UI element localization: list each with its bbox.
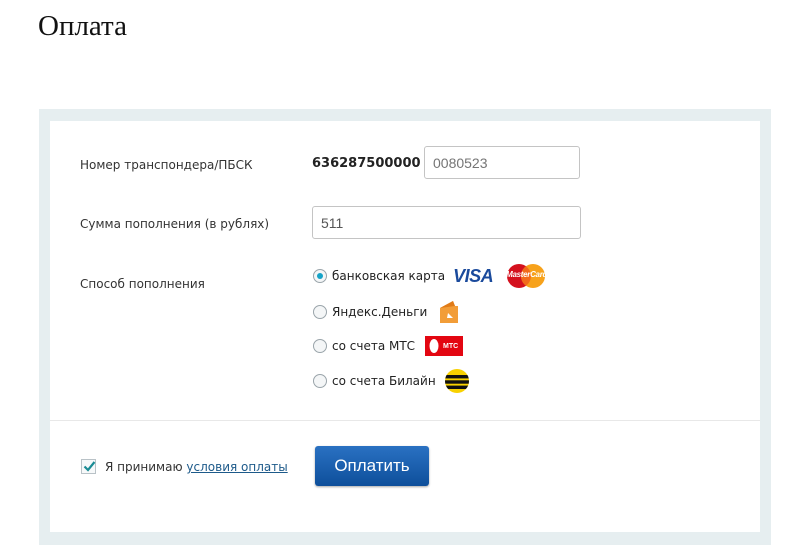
mts-logo-text: МТС [443,342,459,350]
mts-logo: МТС [425,336,464,356]
amount-input[interactable] [312,206,581,239]
mastercard-logo: MasterCard [505,263,547,289]
payment-form: Номер транспондера/ПБСК 636287500000 Сум… [50,121,760,532]
page-title: Оплата [38,10,127,42]
amount-label: Сумма пополнения (в рублях) [80,217,270,231]
transponder-label: Номер транспондера/ПБСК [80,158,253,172]
transponder-prefix: 636287500000 [312,156,421,171]
method-option-label: со счета Билайн [332,374,436,388]
checkmark-icon [83,461,96,472]
radio-card[interactable] [313,269,327,283]
payment-panel: Номер транспондера/ПБСК 636287500000 Сум… [39,109,771,545]
terms-label: Я принимаю [105,460,183,474]
yandex-money-icon [437,299,461,325]
method-option-card[interactable]: банковская карта VISA MasterCard [313,263,547,289]
method-option-beeline[interactable]: со счета Билайн [313,368,470,394]
method-option-label: банковская карта [332,269,446,283]
visa-logo: VISA [453,265,494,286]
method-label: Способ пополнения [80,277,205,291]
terms-text: Я принимаю условия оплаты [105,460,288,474]
terms-checkbox[interactable] [81,459,96,474]
radio-mts[interactable] [313,339,327,353]
method-option-label: со счета МТС [332,339,416,353]
divider [50,420,760,421]
transponder-input[interactable] [424,146,580,179]
radio-yandex[interactable] [313,305,327,319]
mastercard-logo-text: MasterCard [506,270,548,279]
method-option-mts[interactable]: со счета МТС МТС [313,336,464,356]
terms-link[interactable]: условия оплаты [186,460,287,474]
method-option-label: Яндекс.Деньги [332,305,428,319]
beeline-logo [444,368,470,394]
method-option-yandex[interactable]: Яндекс.Деньги [313,299,461,325]
pay-button[interactable]: Оплатить [315,446,429,486]
radio-beeline[interactable] [313,374,327,388]
